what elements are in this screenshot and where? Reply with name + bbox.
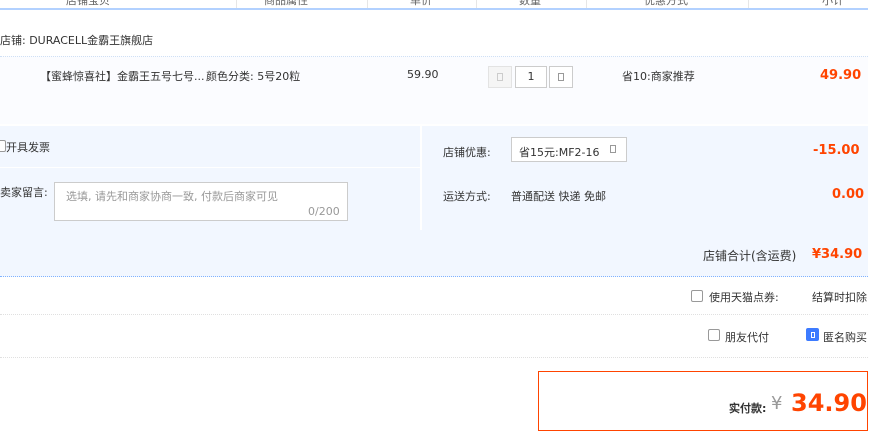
- item-row: [0, 56, 868, 124]
- message-label: 卖家留言:: [0, 186, 48, 199]
- store-name[interactable]: 店铺: DURACELL金霸王旗舰店: [0, 32, 153, 48]
- quantity-input[interactable]: 1: [515, 66, 547, 88]
- coupon-selected: 省15元:MF2-16: [519, 146, 600, 159]
- chevron-down-icon: [610, 145, 616, 153]
- coupon-label: 店铺优惠:: [443, 146, 491, 159]
- item-promo: 省10:商家推荐: [622, 70, 695, 83]
- header-col-promo: 优惠方式: [644, 0, 688, 7]
- quantity-increase-button[interactable]: [549, 66, 573, 88]
- pay-currency: ¥: [771, 393, 783, 414]
- quantity-decrease-button[interactable]: [488, 66, 512, 88]
- item-subtotal: 49.90: [820, 68, 862, 83]
- plus-icon: [558, 73, 564, 81]
- friend-pay-label: 朋友代付: [725, 331, 769, 344]
- minus-icon: [497, 73, 503, 81]
- header-divider: [586, 0, 587, 8]
- header-divider: [367, 0, 368, 8]
- options-divider: [0, 167, 420, 168]
- cart-header: 店铺宝贝 商品属性 单价 数量 优惠方式 小计: [0, 0, 868, 10]
- anonymous-label: 匿名购买: [823, 331, 867, 344]
- shipping-amount: 0.00: [832, 187, 865, 202]
- message-char-count: 0/200: [308, 205, 340, 218]
- tmall-points-label: 使用天猫点券:: [709, 291, 779, 304]
- message-placeholder: 选填, 请先和商家协商一致, 付款后商家可见: [66, 190, 278, 203]
- header-divider: [476, 0, 477, 8]
- header-divider: [236, 0, 237, 8]
- anonymous-checkbox[interactable]: [806, 328, 819, 341]
- shipping-label: 运送方式:: [443, 190, 491, 203]
- invoice-label: 开具发票: [6, 141, 50, 154]
- item-title-link[interactable]: 【蜜蜂惊喜社】金霸王五号七号...: [40, 68, 205, 84]
- header-col-items: 店铺宝贝: [66, 0, 110, 7]
- header-divider: [748, 0, 749, 8]
- pay-amount: 34.90: [791, 389, 867, 417]
- coupon-amount: -15.00: [813, 143, 860, 158]
- tmall-points-checkbox[interactable]: [691, 290, 703, 302]
- friend-pay-checkbox[interactable]: [708, 329, 720, 341]
- item-property: 颜色分类: 5号20粒: [206, 70, 301, 83]
- pay-label: 实付款:: [729, 402, 767, 415]
- store-total-value: ¥34.90: [812, 247, 863, 262]
- shipping-method: 普通配送 快递 免邮: [511, 190, 606, 203]
- header-col-qty: 数量: [519, 0, 541, 7]
- header-col-props: 商品属性: [264, 0, 308, 7]
- store-total-label: 店铺合计(含运费): [703, 249, 797, 263]
- tmall-points-value: 结算时扣除: [812, 291, 867, 304]
- header-col-price: 单价: [410, 0, 432, 7]
- options-divider: [420, 126, 422, 230]
- header-col-subtotal: 小计: [822, 0, 844, 7]
- item-price: 59.90: [407, 68, 439, 81]
- check-icon: [810, 331, 815, 338]
